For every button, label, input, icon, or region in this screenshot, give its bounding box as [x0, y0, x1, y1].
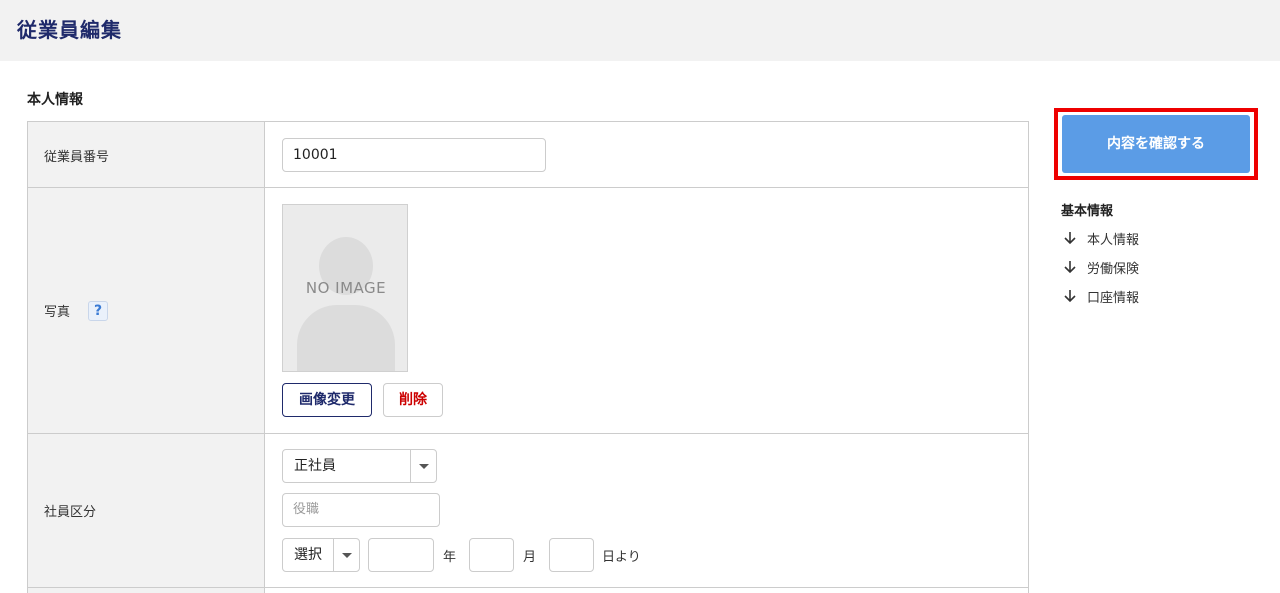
era-select[interactable]: 選択 — [282, 538, 360, 572]
employee-type-select[interactable]: 正社員 — [282, 449, 437, 483]
employee-type-value: 正社員 — [294, 458, 336, 474]
side-nav-item-label: 本人情報 — [1087, 233, 1140, 248]
photo-row: 写真 ? NO IMAGE 画像変更 削除 — [28, 188, 1028, 434]
employee-type-label: 社員区分 — [44, 505, 97, 520]
arrow-down-icon — [1064, 232, 1076, 245]
page-header: 従業員編集 — [0, 0, 1280, 61]
photo-placeholder: NO IMAGE — [282, 204, 408, 372]
chevron-down-icon — [410, 450, 436, 482]
era-value: 選択 — [294, 547, 322, 563]
label-cell: 社員区分 — [28, 434, 265, 587]
year-unit: 年 — [443, 550, 457, 565]
help-icon[interactable]: ? — [88, 301, 108, 321]
year-input[interactable] — [368, 538, 434, 572]
section-title: 本人情報 — [27, 92, 83, 108]
arrow-down-icon — [1064, 290, 1076, 303]
side-nav-item-label: 労働保険 — [1087, 262, 1140, 277]
person-silhouette-body — [297, 305, 395, 371]
no-image-text: NO IMAGE — [305, 279, 387, 297]
day-input[interactable] — [549, 538, 594, 572]
arrow-down-icon — [1064, 261, 1076, 274]
label-cell — [28, 588, 265, 593]
page-title: 従業員編集 — [17, 18, 122, 42]
delete-image-button[interactable]: 削除 — [383, 383, 443, 417]
day-unit: 日より — [602, 550, 641, 565]
employee-type-row: 社員区分 正社員 役職 選択 年 月 日より — [28, 434, 1028, 588]
next-row — [28, 588, 1028, 593]
chevron-down-icon — [333, 539, 359, 571]
month-input[interactable] — [469, 538, 514, 572]
photo-label: 写真 — [44, 305, 71, 320]
employee-number-label: 従業員番号 — [44, 150, 110, 165]
label-cell: 従業員番号 — [28, 122, 265, 187]
employee-number-input[interactable]: 10001 — [282, 138, 546, 172]
label-cell: 写真 ? — [28, 188, 265, 433]
position-input[interactable]: 役職 — [282, 493, 440, 527]
month-unit: 月 — [523, 550, 537, 565]
change-image-button[interactable]: 画像変更 — [282, 383, 372, 417]
employee-form: 従業員番号 10001 写真 ? NO IMAGE 画像変更 削除 社員区分 正… — [27, 121, 1029, 593]
confirm-button[interactable]: 内容を確認する — [1062, 115, 1250, 173]
confirm-highlight: 内容を確認する — [1054, 108, 1258, 180]
side-nav-title: 基本情報 — [1061, 204, 1114, 219]
side-nav-item-label: 口座情報 — [1087, 291, 1140, 306]
employee-number-row: 従業員番号 10001 — [28, 122, 1028, 188]
